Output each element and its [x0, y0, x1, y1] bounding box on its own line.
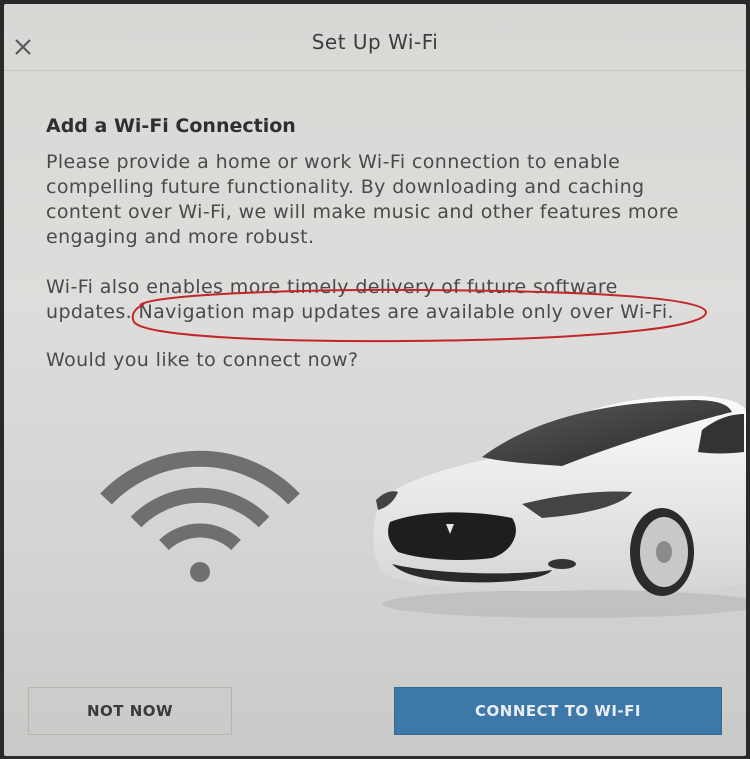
updates-paragraph: Wi-Fi also enables more timely delivery …: [46, 276, 674, 323]
connect-wifi-button[interactable]: CONNECT TO WI-FI: [394, 687, 722, 735]
dialog-title: Set Up Wi-Fi: [311, 30, 439, 54]
car-image: [373, 396, 746, 618]
wifi-setup-dialog: Set Up Wi-Fi Add a Wi-Fi Connection Plea…: [4, 4, 746, 756]
section-heading: Add a Wi-Fi Connection: [46, 115, 296, 137]
header-divider: [4, 70, 746, 71]
connect-prompt: Would you like to connect now?: [46, 349, 359, 371]
description-paragraph: Please provide a home or work Wi-Fi conn…: [46, 151, 679, 248]
not-now-button[interactable]: NOT NOW: [28, 687, 232, 735]
wifi-icon: [100, 450, 300, 582]
